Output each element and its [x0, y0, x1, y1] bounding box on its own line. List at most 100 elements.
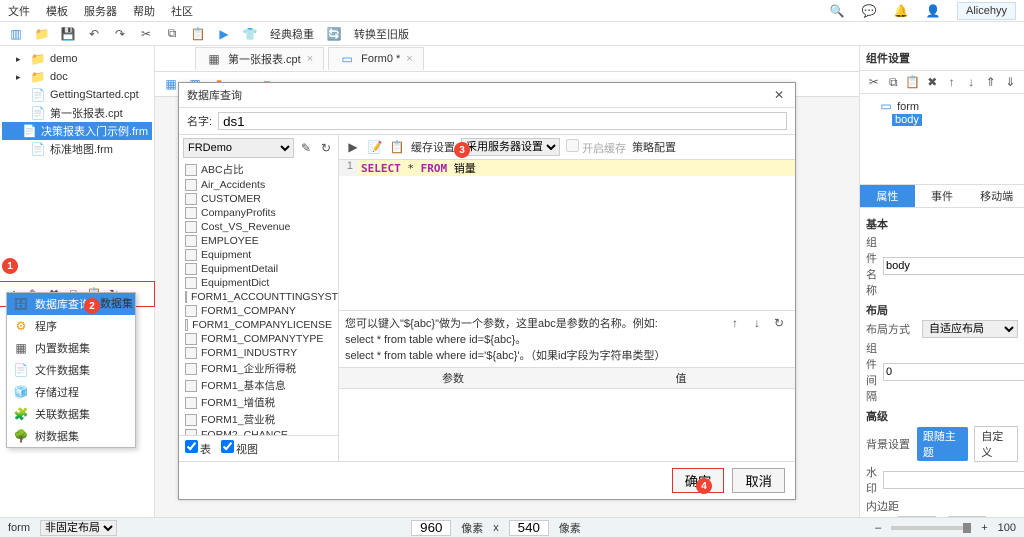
table-row[interactable]: FORM1_COMPANYTYPE	[179, 332, 338, 346]
tab-event[interactable]: 事件	[915, 185, 970, 207]
table-row[interactable]: EquipmentDetail	[179, 262, 338, 276]
close-icon[interactable]: ×	[307, 53, 313, 65]
table-row[interactable]: FORM2_CHANCE	[179, 428, 338, 435]
convert-label[interactable]: 转换至旧版	[350, 26, 413, 42]
table-row[interactable]: EMPLOYEE	[179, 234, 338, 248]
dataset-name-input[interactable]	[218, 112, 787, 130]
tree-item[interactable]: ▸📁doc	[2, 68, 152, 86]
cancel-button[interactable]: 取消	[732, 468, 785, 493]
close-icon[interactable]: ✕	[771, 87, 787, 103]
user-name[interactable]: Alicehyy	[957, 2, 1016, 20]
arrow-up-icon[interactable]: ↑	[727, 315, 743, 331]
comp-tree-root[interactable]: ▭ form	[866, 98, 1018, 114]
convert-icon[interactable]: 🔄	[324, 24, 344, 44]
zoom-plus-icon[interactable]: +	[981, 522, 987, 534]
height-input[interactable]	[509, 520, 549, 536]
paste-icon[interactable]: 📋	[905, 74, 921, 90]
table-row[interactable]: CUSTOMER	[179, 192, 338, 206]
menu-file[interactable]: 文件	[8, 3, 30, 19]
edit-db-icon[interactable]: ✎	[298, 140, 314, 156]
table-row[interactable]: FORM1_ACCOUNTTINGSYSTEM	[179, 290, 338, 304]
db-select[interactable]: FRDemo	[183, 138, 294, 158]
copy-icon[interactable]: ⧉	[162, 24, 182, 44]
tree-item[interactable]: ▸📁demo	[2, 50, 152, 68]
cut-icon[interactable]: ✂	[866, 74, 882, 90]
ds-type-proc[interactable]: 🧊存储过程	[7, 381, 135, 403]
top-icon[interactable]: ⇑	[983, 74, 999, 90]
menu-community[interactable]: 社区	[171, 3, 193, 19]
zoom-minus-icon[interactable]: –	[875, 522, 881, 534]
paste-icon[interactable]: 📋	[188, 24, 208, 44]
sql-edit-icon[interactable]: 📝	[367, 139, 383, 155]
width-input[interactable]	[411, 520, 451, 536]
ds-type-tree[interactable]: 🌳树数据集	[7, 425, 135, 447]
table-row[interactable]: FORM1_基本信息	[179, 377, 338, 394]
layout-mode-select[interactable]: 非固定布局	[40, 520, 117, 536]
save-icon[interactable]: 💾	[58, 24, 78, 44]
redo-icon[interactable]: ↷	[110, 24, 130, 44]
editor-tab[interactable]: ▦第一张报表.cpt×	[195, 47, 324, 70]
new-icon[interactable]: ▥	[6, 24, 26, 44]
delete-icon[interactable]: ✖	[925, 74, 941, 90]
table-list[interactable]: ABC占比Air_AccidentsCUSTOMERCompanyProfits…	[179, 161, 338, 435]
refresh-db-icon[interactable]: ↻	[318, 140, 334, 156]
chk-view[interactable]: 视图	[221, 440, 258, 457]
layout-type-select[interactable]: 自适应布局	[922, 320, 1018, 338]
menu-help[interactable]: 帮助	[133, 3, 155, 19]
tab-attr[interactable]: 属性	[860, 185, 915, 207]
undo-icon[interactable]: ↶	[84, 24, 104, 44]
preview-icon[interactable]: ▶	[214, 24, 234, 44]
theme-icon[interactable]: 👕	[240, 24, 260, 44]
buf-select[interactable]: 采用服务器设置	[461, 138, 560, 156]
tree-item[interactable]: 📄第一张报表.cpt	[2, 104, 152, 122]
menu-template[interactable]: 模板	[46, 3, 68, 19]
table-row[interactable]: FORM1_营业税	[179, 411, 338, 428]
strategy-link[interactable]: 策略配置	[632, 139, 676, 155]
table-row[interactable]: ABC占比	[179, 161, 338, 178]
tree-item[interactable]: 📄标准地图.frm	[2, 140, 152, 158]
bottom-icon[interactable]: ⇓	[1003, 74, 1019, 90]
sql-editor[interactable]: 1 SELECT * FROM 销量	[339, 160, 795, 310]
copy-icon[interactable]: ⧉	[886, 74, 902, 90]
chk-table[interactable]: 表	[185, 440, 211, 457]
arrow-down-icon[interactable]: ↓	[749, 315, 765, 331]
table-row[interactable]: Equipment	[179, 248, 338, 262]
up-icon[interactable]: ↑	[944, 74, 960, 90]
ds-type-join[interactable]: 🧩关联数据集	[7, 403, 135, 425]
table-row[interactable]: FORM1_COMPANYLICENSE	[179, 318, 338, 332]
open-icon[interactable]: 📁	[32, 24, 52, 44]
tab-mobile[interactable]: 移动端	[969, 185, 1024, 207]
theme-label[interactable]: 经典稳重	[266, 26, 318, 42]
table-row[interactable]: Cost_VS_Revenue	[179, 220, 338, 234]
cut-icon[interactable]: ✂	[136, 24, 156, 44]
ds-type-program[interactable]: ⚙程序	[7, 315, 135, 337]
sql-copy-icon[interactable]: 📋	[389, 139, 405, 155]
table-row[interactable]: Air_Accidents	[179, 178, 338, 192]
watermark-input[interactable]	[883, 471, 1024, 489]
tree-item[interactable]: 📄GettingStarted.cpt	[2, 86, 152, 104]
param-table[interactable]: 参数值	[339, 368, 795, 461]
table-row[interactable]: FORM1_INDUSTRY	[179, 346, 338, 360]
auto-buf-chk[interactable]: 开启缓存	[566, 139, 626, 156]
table-row[interactable]: EquipmentDict	[179, 276, 338, 290]
preview-sql-icon[interactable]: ▶	[345, 139, 361, 155]
ds-type-file[interactable]: 📄文件数据集	[7, 359, 135, 381]
table-row[interactable]: CompanyProfits	[179, 206, 338, 220]
bell-icon[interactable]: 🔔	[893, 3, 909, 19]
table-row[interactable]: FORM1_增值税	[179, 394, 338, 411]
grid-icon[interactable]: ▦	[163, 76, 179, 92]
down-icon[interactable]: ↓	[964, 74, 980, 90]
gap-input[interactable]	[883, 363, 1024, 381]
table-row[interactable]: FORM1_COMPANY	[179, 304, 338, 318]
editor-tab[interactable]: ▭Form0 *×	[328, 47, 424, 70]
comp-name-input[interactable]	[883, 257, 1024, 275]
bg-custom-btn[interactable]: 自定义	[974, 426, 1018, 462]
close-icon[interactable]: ×	[406, 53, 412, 65]
bg-follow-btn[interactable]: 跟随主题	[917, 427, 969, 461]
tree-item[interactable]: 📄决策报表入门示例.frm	[2, 122, 152, 140]
table-row[interactable]: FORM1_企业所得税	[179, 360, 338, 377]
refresh-param-icon[interactable]: ↻	[771, 315, 787, 331]
ds-type-embedded[interactable]: ▦内置数据集	[7, 337, 135, 359]
comp-tree-node[interactable]: body	[866, 114, 1018, 126]
menu-server[interactable]: 服务器	[84, 3, 117, 19]
